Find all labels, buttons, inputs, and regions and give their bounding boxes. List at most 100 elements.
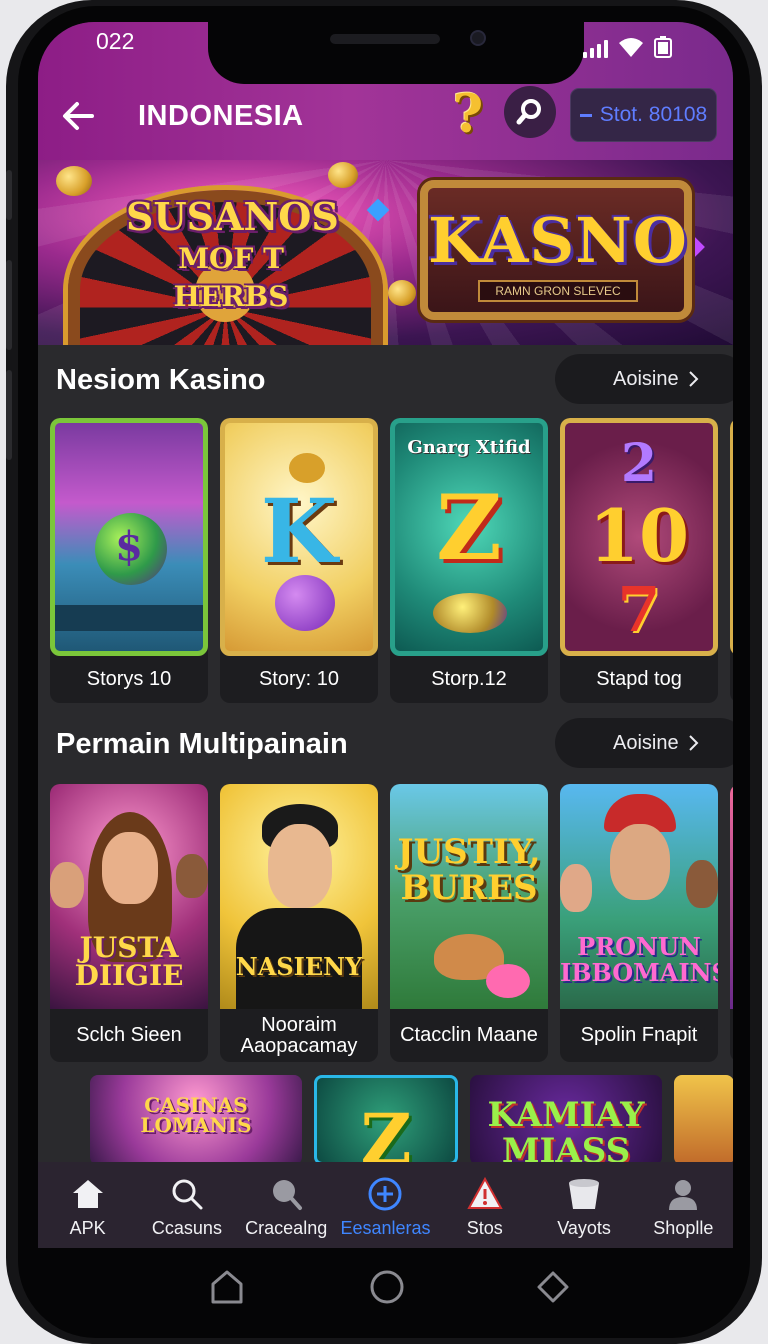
character-face bbox=[268, 824, 332, 908]
game-thumbnail[interactable]: KAMIAY MIASS bbox=[470, 1075, 662, 1165]
banner-right-subtitle: RAMN GRON SLEVEC bbox=[478, 280, 638, 302]
user-icon bbox=[669, 1180, 698, 1210]
character-face bbox=[102, 832, 158, 904]
water-graphic bbox=[55, 605, 203, 631]
nav-label: Shoplle bbox=[653, 1218, 714, 1238]
game-card[interactable]: K Story: 10 bbox=[220, 418, 378, 703]
game-row-partial: CASINAS LOMANIS Z KAMIAY MIASS bbox=[90, 1075, 733, 1165]
game-title: Sclch Sieen bbox=[76, 1024, 182, 1046]
banner-left-title: SUSANOS MOF T HERBS bbox=[126, 198, 339, 316]
game-thumbnail: JUSTA DIIGIE bbox=[50, 784, 208, 1009]
game-row: JUSTA DIIGIE Sclch Sieen NASIENY Nooraim… bbox=[50, 784, 733, 1062]
coin-graphic bbox=[56, 166, 92, 196]
nav-label: Ccasuns bbox=[151, 1218, 222, 1238]
nav-item-shoplle[interactable]: Shoplle bbox=[634, 1162, 733, 1248]
character-face bbox=[610, 824, 670, 900]
game-card[interactable]: Gnarg Xtifid Z Storp.12 bbox=[390, 418, 548, 703]
nav-item-apk[interactable]: APK bbox=[38, 1162, 137, 1248]
search-icon bbox=[172, 1179, 203, 1210]
banner-left-title-line2: MOF T HERBS bbox=[173, 242, 289, 313]
game-card[interactable]: JUSTA DIIGIE Sclch Sieen bbox=[50, 784, 208, 1062]
system-home-outline-icon[interactable] bbox=[208, 1268, 246, 1306]
character-face bbox=[686, 860, 718, 908]
game-thumbnail[interactable]: CASINAS LOMANIS bbox=[90, 1075, 302, 1165]
game-card[interactable]: 2 10 7 Stapd tog bbox=[560, 418, 718, 703]
game-thumbnail bbox=[730, 784, 733, 1009]
chevron-right-icon bbox=[688, 735, 699, 751]
card-art-text: K bbox=[260, 479, 338, 583]
see-all-button[interactable]: Aoisine bbox=[555, 718, 733, 768]
bucket-icon bbox=[569, 1179, 600, 1209]
plus-circle-icon bbox=[368, 1177, 402, 1211]
flower-graphic bbox=[486, 964, 530, 998]
bottom-nav: APK Ccasuns Cracealng Eesanleras Stos Va… bbox=[38, 1162, 733, 1248]
banner-left-title-line1: SUSANOS bbox=[126, 194, 339, 239]
card-art-text: JUSTA DIIGIE bbox=[74, 931, 184, 992]
plum-graphic bbox=[275, 575, 335, 631]
game-card[interactable]: PRONUN IBBOMAINS Spolin Fnapit bbox=[560, 784, 718, 1062]
card-art-text: PRONUN IBBOMAINS bbox=[560, 932, 718, 987]
game-card[interactable]: JUSTIY, BURES Ctacclin Maane bbox=[390, 784, 548, 1062]
status-time: 022 bbox=[96, 28, 135, 54]
casino-sign-graphic: KASNO RAMN GRON SLEVEC bbox=[420, 180, 692, 320]
nav-label: Stos bbox=[466, 1218, 503, 1238]
nav-label: Vayots bbox=[557, 1218, 611, 1238]
game-title: Storp.12 bbox=[431, 668, 507, 690]
system-home-button-icon[interactable] bbox=[368, 1268, 406, 1306]
card-art-text: 10 bbox=[588, 493, 690, 578]
battery-icon bbox=[654, 36, 672, 58]
nav-item-vayots[interactable]: Vayots bbox=[534, 1162, 633, 1248]
game-thumbnail: K bbox=[220, 418, 378, 656]
search-filled-icon bbox=[273, 1180, 303, 1210]
game-thumbnail: 2 10 7 bbox=[560, 418, 718, 656]
app-screen: 022 INDONESIA ? Stot. 80108 SUSANOS MOF … bbox=[38, 22, 733, 1248]
card-art-text: CASINAS LOMANIS bbox=[140, 1093, 252, 1137]
section-title: Nesiom Kasino bbox=[56, 364, 266, 396]
stat-button[interactable]: Stot. 80108 bbox=[570, 88, 717, 142]
arrow-left-icon bbox=[63, 102, 94, 130]
game-card-partial[interactable] bbox=[730, 418, 733, 703]
header-background: 022 INDONESIA ? Stot. 80108 bbox=[38, 22, 733, 160]
app-bar: INDONESIA ? Stot. 80108 bbox=[38, 70, 733, 160]
character-face bbox=[560, 864, 592, 912]
section-title: Permain Multipainain bbox=[56, 728, 348, 760]
search-button[interactable] bbox=[504, 86, 556, 138]
minus-icon bbox=[579, 113, 592, 117]
promo-banner[interactable]: SUSANOS MOF T HERBS KASNO RAMN GRON SLEV… bbox=[38, 160, 733, 345]
game-thumbnail[interactable]: Z bbox=[314, 1075, 458, 1165]
character-face bbox=[50, 862, 84, 908]
card-art-text: NASIENY bbox=[235, 952, 363, 981]
card-art-text: JUSTIY, BURES bbox=[397, 832, 541, 908]
game-thumbnail[interactable] bbox=[674, 1075, 733, 1165]
help-button[interactable]: ? bbox=[446, 86, 490, 144]
game-card-partial[interactable] bbox=[730, 784, 733, 1062]
game-thumbnail: PRONUN IBBOMAINS bbox=[560, 784, 718, 1009]
game-title: Story: 10 bbox=[258, 668, 340, 690]
nav-item-stos[interactable]: Stos bbox=[435, 1162, 534, 1248]
game-card[interactable]: NASIENY Nooraim Aaopacamay bbox=[220, 784, 378, 1062]
section-header: Permain Multipainain Aoisine bbox=[38, 718, 733, 770]
section-header: Nesiom Kasino Aoisine bbox=[38, 354, 733, 406]
system-recents-button-icon[interactable] bbox=[534, 1268, 572, 1306]
card-art-caption: Gnarg Xtifid bbox=[407, 437, 531, 458]
game-title: Storys 10 bbox=[86, 668, 172, 690]
nav-item-eesanleras[interactable]: Eesanleras bbox=[336, 1162, 435, 1248]
game-title: Nooraim Aaopacamay bbox=[240, 1013, 358, 1057]
game-thumbnail: NASIENY bbox=[220, 784, 378, 1009]
wifi-icon bbox=[619, 38, 643, 57]
game-card[interactable]: $ Storys 10 bbox=[50, 418, 208, 703]
nav-label: Eesanleras bbox=[340, 1218, 431, 1238]
game-row: $ Storys 10 K Story: 10 Gnarg Xtifid Z S… bbox=[50, 418, 733, 703]
game-title: Spolin Fnapit bbox=[580, 1024, 698, 1046]
nav-label: APK bbox=[69, 1218, 106, 1238]
earpiece-speaker bbox=[330, 34, 440, 44]
warning-icon bbox=[467, 1176, 503, 1209]
nav-item-cracealng[interactable]: Cracealng bbox=[237, 1162, 336, 1248]
game-title: Ctacclin Maane bbox=[400, 1024, 538, 1046]
nav-item-ccasuns[interactable]: Ccasuns bbox=[137, 1162, 236, 1248]
back-button[interactable] bbox=[58, 96, 98, 136]
card-art-text: KAMIAY MIASS bbox=[487, 1095, 645, 1165]
volume-down-button bbox=[6, 370, 12, 460]
see-all-button[interactable]: Aoisine bbox=[555, 354, 733, 404]
home-icon bbox=[72, 1180, 103, 1208]
